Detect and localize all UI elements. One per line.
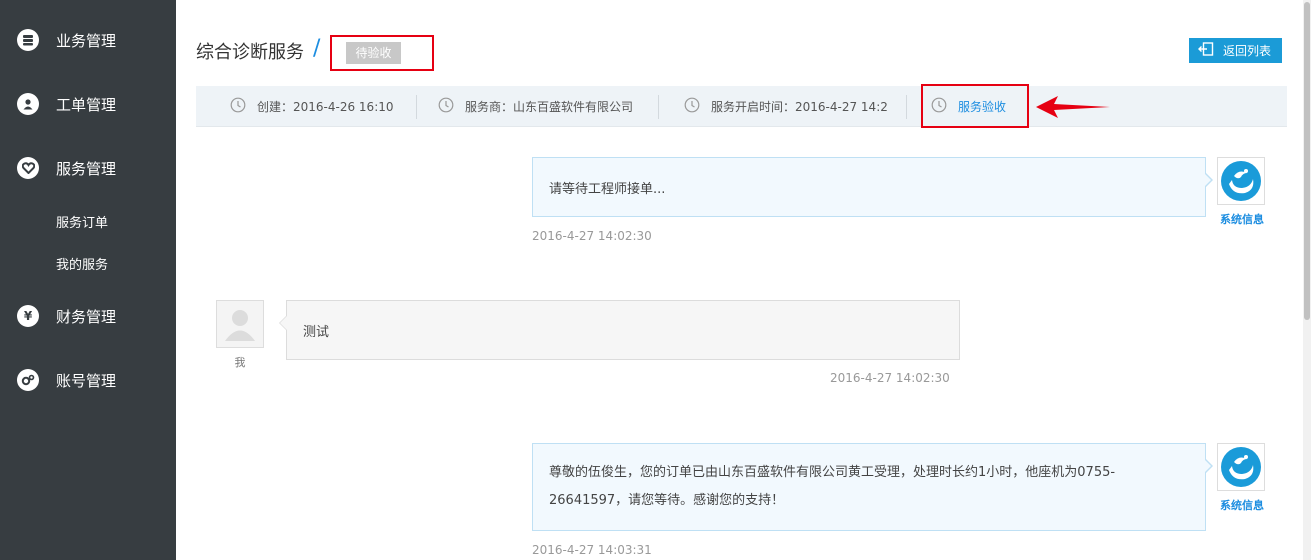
user-placeholder-icon: [217, 301, 263, 347]
yen-icon: ¥: [17, 305, 39, 327]
highlight-box-accept: [921, 84, 1029, 128]
bubble-tail: [1204, 458, 1213, 474]
back-to-list-button[interactable]: 返回列表: [1189, 38, 1282, 63]
message-time: 2016-4-27 14:02:30: [532, 229, 652, 243]
info-start-time: 服务开启时间：2016-4-27 14:2: [684, 86, 888, 127]
divider: [416, 95, 417, 119]
nav-item-account[interactable]: 账号管理: [0, 360, 176, 400]
database-icon: [17, 29, 39, 51]
info-created: 创建：2016-4-26 16:10: [230, 86, 394, 127]
clock-icon: [684, 97, 700, 116]
gears-icon: [17, 369, 39, 391]
user-icon: [17, 93, 39, 115]
message-time: 2016-4-27 14:02:30: [830, 371, 950, 385]
sidebar-subitem-my-services[interactable]: 我的服务: [56, 254, 108, 273]
back-label: 返回列表: [1223, 44, 1272, 58]
sender-name: 系统信息: [1220, 213, 1264, 226]
message-bubble-system: 请等待工程师接单...: [532, 157, 1213, 217]
divider: [658, 95, 659, 119]
nav-label: 账号管理: [56, 371, 117, 390]
message-bubble-self: 测试: [279, 300, 960, 360]
nav-label: 服务管理: [56, 159, 117, 178]
sender-name: 我: [234, 356, 246, 369]
message-text: 测试: [303, 324, 330, 340]
message-bubble-system: 尊敬的伍俊生，您的订单已由山东百盛软件有限公司黄工受理，处理时长约1小时，他座机…: [532, 443, 1213, 531]
nav-label: 业务管理: [56, 31, 117, 50]
page-scrollbar[interactable]: [1303, 0, 1311, 560]
nav-label: 工单管理: [56, 95, 117, 114]
system-logo-icon: [1221, 161, 1261, 201]
info-provider: 服务商：山东百盛软件有限公司: [438, 86, 633, 127]
nav-item-finance[interactable]: ¥ 财务管理: [0, 296, 176, 336]
nav-item-business[interactable]: 业务管理: [0, 20, 176, 60]
red-arrow-icon: [1036, 96, 1110, 118]
sidebar: 业务管理 工单管理 服务管理 服务订单 我的服务 ¥ 财务管理 账号管理: [0, 0, 176, 560]
nav-item-service[interactable]: 服务管理: [0, 148, 176, 188]
message-time: 2016-4-27 14:03:31: [532, 543, 652, 557]
sidebar-subitem-service-orders[interactable]: 服务订单: [56, 212, 108, 231]
message-text: 请等待工程师接单...: [549, 181, 666, 197]
info-created-text: 创建：2016-4-26 16:10: [257, 100, 394, 114]
highlight-box-status: [330, 35, 434, 71]
avatar-system: [1217, 157, 1265, 205]
bubble-tail: [279, 315, 287, 331]
info-provider-text: 服务商：山东百盛软件有限公司: [465, 100, 634, 114]
heart-icon: [17, 157, 39, 179]
info-bar: 创建：2016-4-26 16:10 服务商：山东百盛软件有限公司 服务开启时间…: [196, 86, 1287, 127]
nav-label: 财务管理: [56, 307, 117, 326]
info-start-time-text: 服务开启时间：2016-4-27 14:2: [711, 100, 888, 114]
avatar-self: [216, 300, 264, 348]
bubble-tail: [1204, 172, 1213, 188]
back-icon: [1198, 42, 1214, 59]
nav-item-workorder[interactable]: 工单管理: [0, 84, 176, 124]
clock-icon: [230, 97, 246, 116]
sender-name: 系统信息: [1220, 499, 1264, 512]
message-text-line: 26641597，请您等待。感谢您的支持！: [549, 493, 785, 508]
message-text-line: 尊敬的伍俊生，您的订单已由山东百盛软件有限公司黄工受理，处理时长约1小时，他座机…: [549, 465, 1116, 480]
divider: [906, 95, 907, 119]
title-separator: /: [313, 36, 321, 61]
scrollbar-thumb[interactable]: [1304, 2, 1310, 320]
page-title: 综合诊断服务: [196, 42, 304, 63]
avatar-system: [1217, 443, 1265, 491]
system-logo-icon: [1221, 447, 1261, 487]
clock-icon: [438, 97, 454, 116]
